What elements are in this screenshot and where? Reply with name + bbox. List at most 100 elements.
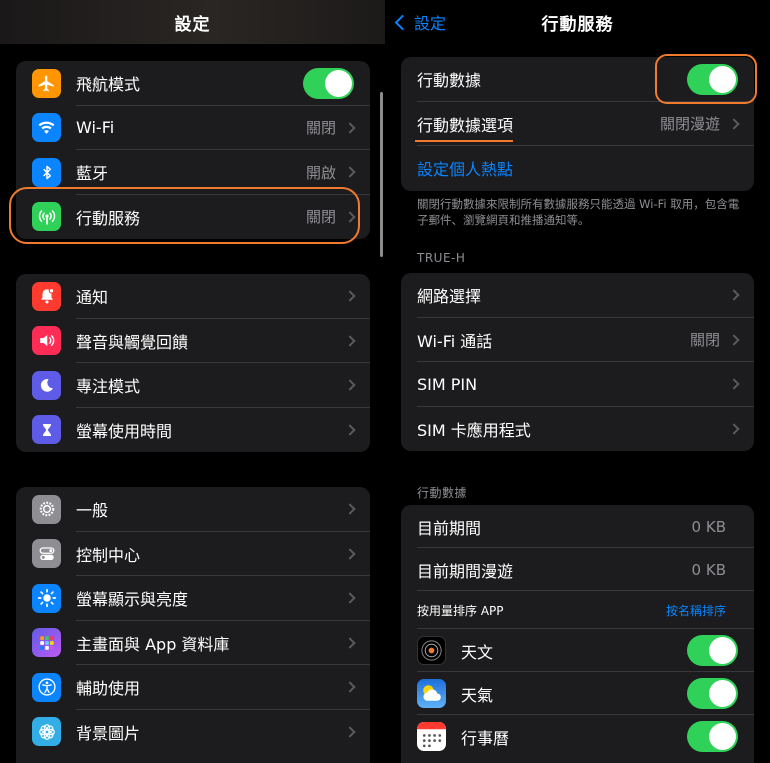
moon-icon [32, 370, 61, 400]
network-selection-row[interactable]: 網路選擇 [401, 273, 754, 318]
hotspot-row[interactable]: 設定個人熱點 [401, 146, 754, 191]
current-roaming-value: 0 KB [691, 560, 726, 579]
calendar-toggle[interactable] [687, 721, 738, 752]
chevron-right-icon [728, 423, 740, 435]
page-title: 行動服務 [541, 14, 614, 35]
wifi-label: Wi-Fi [76, 118, 115, 138]
app-row-weather[interactable]: 天氣 [401, 672, 754, 715]
chevron-right-icon [728, 289, 740, 301]
carrier-group: 網路選擇 Wi-Fi 通話 關閉 SIM PIN SIM 卡應用程式 [401, 273, 754, 451]
cellular-data-footer: 關閉行動數據來限制所有數據服務只能透過 Wi-Fi 取用，包含電子郵件、瀏覽網頁… [417, 197, 740, 227]
chevron-right-icon [344, 681, 356, 693]
general-row[interactable]: 一般 [16, 487, 370, 532]
chevron-right-icon [344, 290, 356, 302]
current-roaming-row: 目前期間漫遊 0 KB [401, 548, 754, 591]
app-grid-icon [32, 628, 61, 658]
notifications-row[interactable]: 通知 [16, 274, 370, 319]
bluetooth-value: 開啟 [305, 163, 336, 182]
cellular-navbar: 設定 行動服務 [385, 0, 770, 44]
brightness-icon [32, 583, 61, 613]
settings-navbar: 設定 [0, 0, 385, 44]
display-label: 螢幕顯示與亮度 [76, 590, 189, 610]
astronomy-icon [417, 636, 446, 665]
chevron-right-icon [344, 726, 356, 738]
wifi-value: 關閉 [305, 119, 336, 138]
hourglass-icon [32, 415, 61, 445]
hotspot-link[interactable]: 設定個人熱點 [417, 156, 738, 180]
home-screen-row[interactable]: 主畫面與 App 資料庫 [16, 621, 370, 666]
wifi-row[interactable]: Wi-Fi 關閉 [16, 106, 370, 151]
wifi-calling-row[interactable]: Wi-Fi 通話 關閉 [401, 318, 754, 363]
chevron-right-icon [728, 118, 740, 130]
astronomy-toggle[interactable] [687, 635, 738, 666]
control-center-row[interactable]: 控制中心 [16, 532, 370, 577]
network-selection-label: 網路選擇 [417, 287, 482, 307]
usage-group: 目前期間 0 KB 目前期間漫遊 0 KB 按用量排序 APP 按名稱排序 天文… [401, 505, 754, 763]
chevron-right-icon [728, 334, 740, 346]
chevron-right-icon [344, 122, 356, 134]
cellular-options-value: 關閉漫遊 [659, 115, 720, 134]
cellular-data-header: 行動數據 [417, 486, 468, 500]
screen-time-label: 螢幕使用時間 [76, 421, 173, 441]
settings-pane: 設定 飛航模式 Wi-Fi 關閉 藍牙 開啟 行動服務 關閉 通知 聲音與觸覺回… [0, 0, 385, 763]
current-roaming-label: 目前期間漫遊 [417, 561, 514, 581]
airplane-mode-label: 飛航模式 [76, 75, 141, 95]
focus-row[interactable]: 專注模式 [16, 363, 370, 408]
options-underline-annotation [415, 140, 513, 142]
speaker-icon [32, 326, 61, 356]
notifications-label: 通知 [76, 288, 109, 308]
airplane-icon [32, 68, 61, 98]
chevron-right-icon [344, 637, 356, 649]
app-label: 行事曆 [461, 728, 510, 748]
app-label: 天文 [461, 642, 494, 662]
calendar-icon [417, 722, 446, 751]
cellular-highlight-annotation [9, 187, 360, 244]
cellular-options-label: 行動數據選項 [417, 115, 514, 135]
app-row-astronomy[interactable]: 天文 [401, 629, 754, 672]
cellular-data-label: 行動數據 [417, 71, 482, 91]
back-button[interactable]: 設定 [394, 0, 447, 44]
sort-by-usage-label: 按用量排序 APP [417, 603, 504, 618]
display-row[interactable]: 螢幕顯示與亮度 [16, 576, 370, 621]
back-label: 設定 [414, 14, 447, 33]
wifi-calling-value: 關閉 [689, 331, 720, 350]
scrollbar[interactable] [380, 92, 383, 257]
sort-by-name-link[interactable]: 按名稱排序 [666, 602, 726, 619]
toggle-highlight-annotation [655, 54, 757, 104]
wallpaper-label: 背景圖片 [76, 723, 141, 743]
cellular-pane: 設定 行動服務 行動數據 行動數據選項 關閉漫遊 設定個人熱點 關閉行動數據來限… [385, 0, 770, 763]
chevron-right-icon [344, 166, 356, 178]
sim-apps-row[interactable]: SIM 卡應用程式 [401, 407, 754, 452]
weather-icon [417, 679, 446, 708]
airplane-mode-row[interactable]: 飛航模式 [16, 61, 370, 106]
focus-label: 專注模式 [76, 377, 141, 397]
chevron-right-icon [728, 378, 740, 390]
page-title: 設定 [174, 14, 211, 35]
home-screen-label: 主畫面與 App 資料庫 [76, 634, 230, 654]
current-period-row: 目前期間 0 KB [401, 505, 754, 548]
airplane-mode-toggle[interactable] [303, 67, 354, 99]
wifi-calling-label: Wi-Fi 通話 [417, 331, 493, 351]
sim-pin-label: SIM PIN [417, 374, 478, 394]
weather-toggle[interactable] [687, 678, 738, 709]
current-period-value: 0 KB [691, 517, 726, 536]
sounds-row[interactable]: 聲音與觸覺回饋 [16, 319, 370, 364]
chevron-right-icon [344, 335, 356, 347]
gear-icon [32, 494, 61, 524]
chevron-right-icon [344, 379, 356, 391]
app-row-calendar[interactable]: 行事曆 [401, 715, 754, 758]
sim-apps-label: SIM 卡應用程式 [417, 420, 531, 440]
sim-pin-row[interactable]: SIM PIN [401, 362, 754, 407]
wallpaper-row[interactable]: 背景圖片 [16, 710, 370, 755]
chevron-right-icon [344, 503, 356, 515]
screen-time-row[interactable]: 螢幕使用時間 [16, 408, 370, 453]
bell-icon [32, 281, 61, 311]
accessibility-row[interactable]: 輔助使用 [16, 665, 370, 710]
chevron-left-icon [394, 14, 411, 30]
accessibility-icon [32, 672, 61, 702]
sounds-label: 聲音與觸覺回饋 [76, 332, 189, 352]
current-period-label: 目前期間 [417, 518, 482, 538]
general-group: 一般 控制中心 螢幕顯示與亮度 主畫面與 App 資料庫 輔助使用 背景圖片 [16, 487, 370, 763]
wifi-icon [32, 113, 61, 143]
app-label: 天氣 [461, 685, 494, 705]
